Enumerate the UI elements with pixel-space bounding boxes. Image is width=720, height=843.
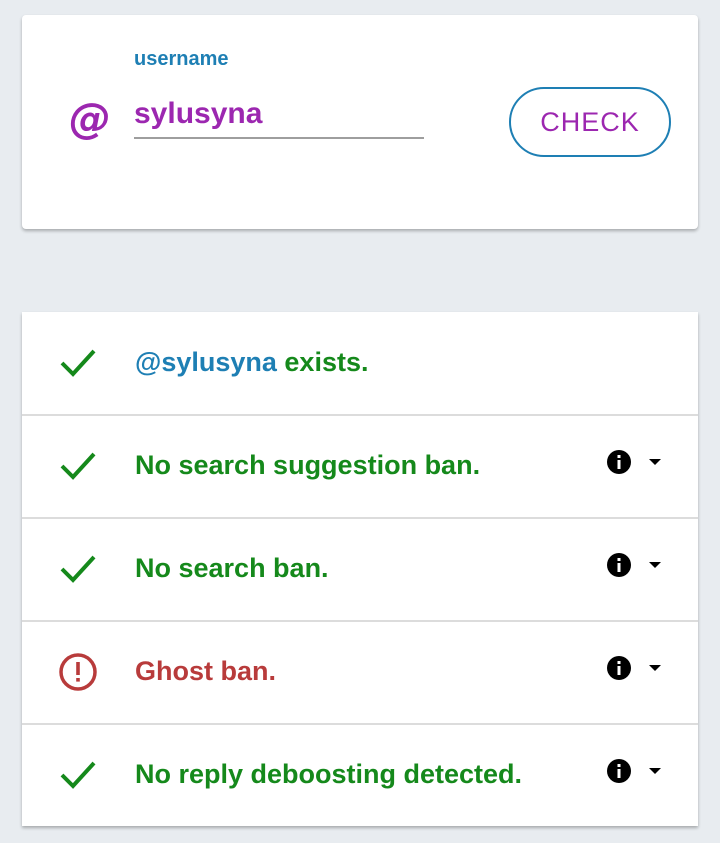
- username-field-label: username: [134, 48, 229, 70]
- info-icon: [607, 553, 631, 577]
- username-search-card: @ username CHECK: [22, 15, 698, 229]
- result-row-exists: @sylusyna exists.: [22, 312, 698, 416]
- result-row-reply-deboosting: No reply deboosting detected.: [22, 724, 698, 826]
- username-input[interactable]: [134, 91, 424, 139]
- result-text-ghost-ban: Ghost ban.: [135, 656, 276, 686]
- at-sign-icon: @: [69, 94, 111, 143]
- alert-circle-icon: [59, 653, 97, 691]
- check-button[interactable]: CHECK: [509, 87, 671, 157]
- caret-down-icon: [649, 768, 661, 774]
- checkmark-icon: [60, 452, 96, 480]
- info-dropdown-toggle[interactable]: [606, 552, 666, 580]
- result-row-search-ban: No search ban.: [22, 518, 698, 622]
- caret-down-icon: [649, 562, 661, 568]
- caret-down-icon: [649, 459, 661, 465]
- info-icon: [607, 759, 631, 783]
- result-row-search-suggestion-ban: No search suggestion ban.: [22, 415, 698, 519]
- result-text-reply-deboosting: No reply deboosting detected.: [135, 759, 523, 789]
- checkmark-icon: [60, 761, 96, 789]
- result-row-ghost-ban: Ghost ban.: [22, 621, 698, 725]
- caret-down-icon: [649, 665, 661, 671]
- info-dropdown-toggle[interactable]: [606, 758, 666, 786]
- exists-label: exists.: [276, 347, 369, 377]
- info-dropdown-toggle[interactable]: [606, 655, 666, 683]
- info-icon: [607, 656, 631, 680]
- results-card: @sylusyna exists. No search suggestion b…: [22, 312, 698, 826]
- checkmark-icon: [60, 349, 96, 377]
- username-link[interactable]: @sylusyna: [135, 347, 277, 377]
- result-text-exists: @sylusyna exists.: [135, 344, 368, 380]
- checkmark-icon: [60, 555, 96, 583]
- result-text-search-ban: No search ban.: [135, 553, 329, 583]
- info-dropdown-toggle[interactable]: [606, 449, 666, 477]
- result-text-search-suggestion-ban: No search suggestion ban.: [135, 450, 481, 480]
- info-icon: [607, 450, 631, 474]
